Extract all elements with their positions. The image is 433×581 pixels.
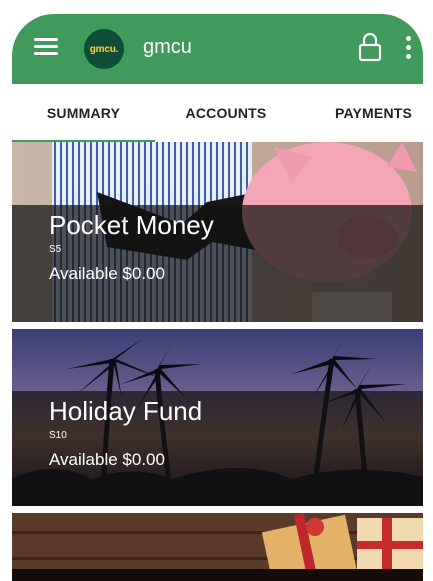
tab-bar: SUMMARY ACCOUNTS PAYMENTS [12,84,423,143]
menu-icon[interactable] [34,38,58,56]
available-balance: Available $0.00 [49,264,165,283]
phone-screen: gmcu. gmcu SUMMARY ACCOUNTS PAYMENTS Poc… [12,14,423,581]
account-card-holiday-fund[interactable]: Holiday Fund S10 Available $0.00 [12,329,423,506]
app-title: gmcu [143,36,192,58]
app-bar: gmcu. gmcu [12,14,423,84]
account-name: Pocket Money [49,210,214,240]
account-name: Holiday Fund [49,396,203,426]
lock-icon[interactable] [358,32,382,62]
tab-accounts[interactable]: ACCOUNTS [155,84,297,142]
account-card-pocket-money[interactable]: Pocket Money S5 Available $0.00 [12,142,423,322]
logo-text: gmcu. [89,43,119,55]
tab-summary[interactable]: SUMMARY [12,84,155,142]
more-vertical-icon[interactable] [406,36,412,60]
gift-boxes-photo [12,513,423,581]
available-balance: Available $0.00 [49,450,165,469]
account-card-gifts[interactable] [12,513,423,581]
account-number: S10 [49,430,67,441]
brand-logo: gmcu. [84,29,124,69]
account-number: S5 [49,244,62,255]
tab-payments[interactable]: PAYMENTS [297,84,423,142]
